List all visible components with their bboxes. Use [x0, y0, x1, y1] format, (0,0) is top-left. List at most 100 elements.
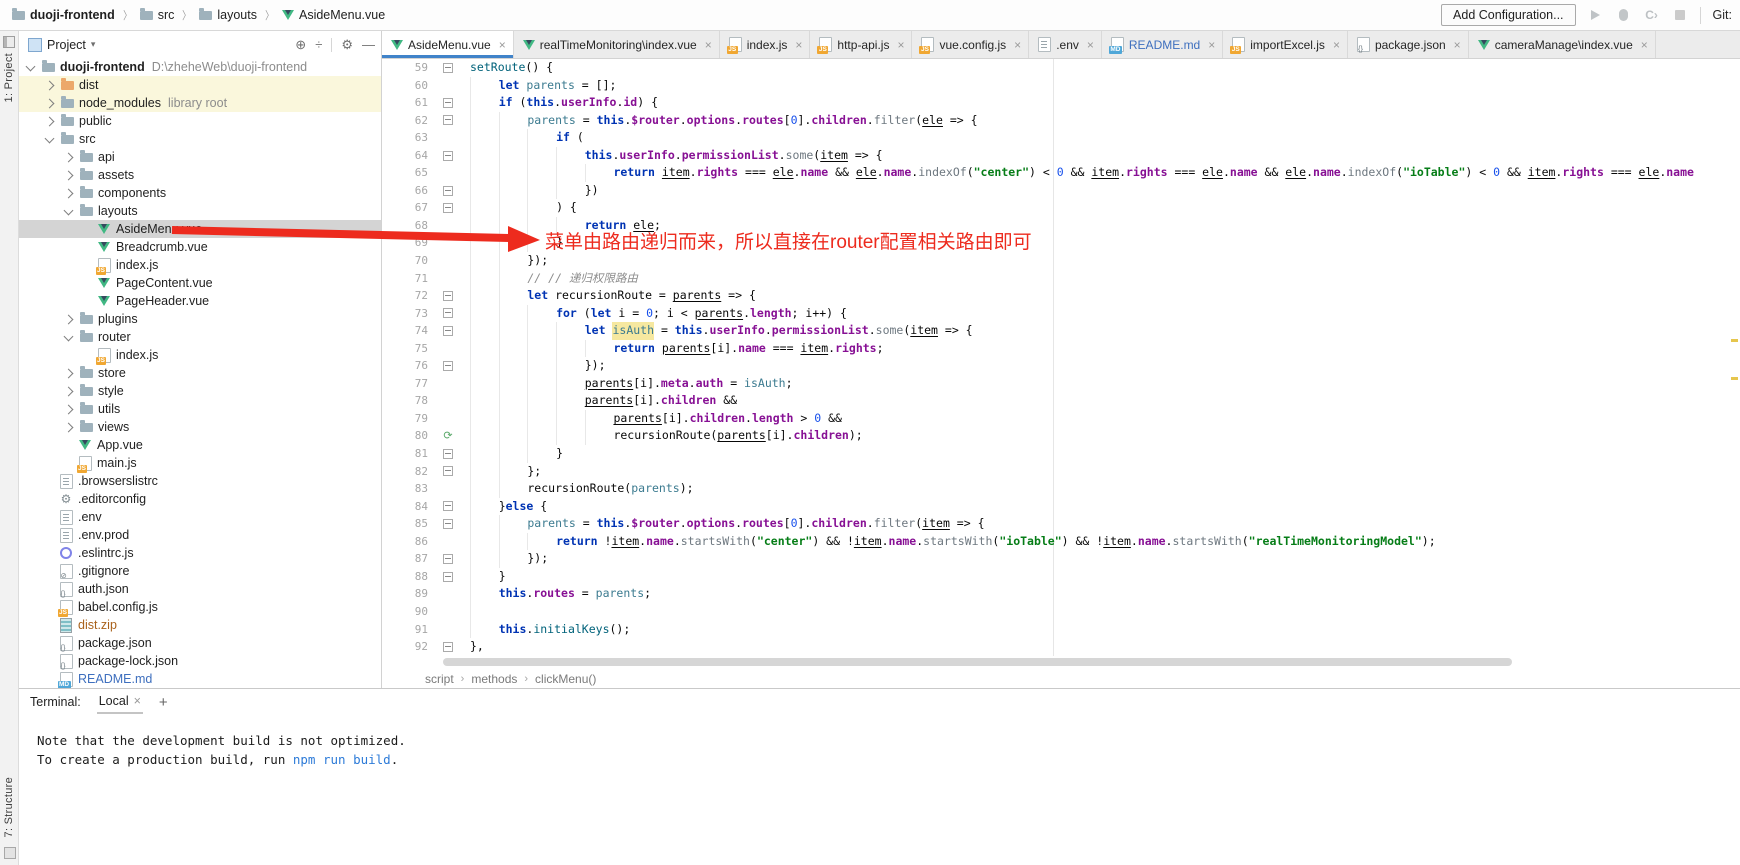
fold-marker-icon[interactable]: [443, 519, 453, 529]
toolwindow-toggle-icon[interactable]: [4, 847, 16, 859]
new-terminal-icon[interactable]: +: [159, 694, 168, 711]
chevron-right-icon[interactable]: [64, 170, 74, 180]
tree-item-readme-md[interactable]: MDREADME.md: [19, 670, 381, 688]
coverage-icon[interactable]: C›: [1644, 7, 1660, 23]
tab-http-api-js[interactable]: JShttp-api.js×: [810, 31, 912, 58]
tab-cameramanage-index-vue[interactable]: cameraManage\index.vue×: [1469, 31, 1656, 58]
close-icon[interactable]: ×: [795, 38, 802, 52]
tree-item--env-prod[interactable]: .env.prod: [19, 526, 381, 544]
horizontal-scrollbar-thumb[interactable]: [443, 658, 1512, 666]
tab-package-json[interactable]: {}package.json×: [1348, 31, 1469, 58]
tree-item-babel-config-js[interactable]: JSbabel.config.js: [19, 598, 381, 616]
close-icon[interactable]: ×: [499, 38, 506, 52]
tree-item--gitignore[interactable]: ⊘.gitignore: [19, 562, 381, 580]
close-icon[interactable]: ×: [897, 38, 904, 52]
fold-marker-icon[interactable]: [443, 449, 453, 459]
tree-item-store[interactable]: store: [19, 364, 381, 382]
project-toolwindow-icon[interactable]: [3, 36, 15, 48]
tree-item-pageheader-vue[interactable]: PageHeader.vue: [19, 292, 381, 310]
close-icon[interactable]: ×: [1333, 38, 1340, 52]
fold-marker-icon[interactable]: [443, 186, 453, 196]
close-icon[interactable]: ×: [1454, 38, 1461, 52]
tab-importexcel-js[interactable]: JSimportExcel.js×: [1223, 31, 1348, 58]
chevron-down-icon[interactable]: ▾: [91, 39, 96, 50]
tree-item--editorconfig[interactable]: ⚙.editorconfig: [19, 490, 381, 508]
close-icon[interactable]: ×: [134, 694, 141, 708]
editor-breadcrumb-item-methods[interactable]: methods: [471, 672, 517, 686]
collapse-all-icon[interactable]: ÷: [315, 37, 322, 52]
breadcrumb-item-layouts[interactable]: layouts: [199, 8, 257, 22]
tree-item-package-lock-json[interactable]: {}package-lock.json: [19, 652, 381, 670]
chevron-right-icon[interactable]: [45, 98, 55, 108]
fold-marker-icon[interactable]: [443, 115, 453, 125]
chevron-right-icon[interactable]: [64, 152, 74, 162]
chevron-right-icon[interactable]: [64, 404, 74, 414]
tree-item-auth-json[interactable]: {}auth.json: [19, 580, 381, 598]
tree-item-public[interactable]: public: [19, 112, 381, 130]
fold-marker-icon[interactable]: [443, 98, 453, 108]
git-label[interactable]: Git:: [1713, 8, 1732, 22]
chevron-down-icon[interactable]: [45, 133, 55, 143]
breadcrumb-item-src[interactable]: src: [140, 8, 175, 22]
project-panel-title[interactable]: Project: [47, 38, 86, 52]
tree-item-breadcrumb-vue[interactable]: Breadcrumb.vue: [19, 238, 381, 256]
tree-item-components[interactable]: components: [19, 184, 381, 202]
tree-item--env[interactable]: .env: [19, 508, 381, 526]
terminal-output[interactable]: Note that the development build is not o…: [19, 715, 1740, 865]
tree-item-asidemenu-vue[interactable]: AsideMenu.vue: [19, 220, 381, 238]
tab-asidemenu-vue[interactable]: AsideMenu.vue×: [382, 31, 514, 58]
tree-item-index-js[interactable]: JSindex.js: [19, 346, 381, 364]
chevron-right-icon[interactable]: [64, 188, 74, 198]
stripe-structure-label[interactable]: 7: Structure: [3, 777, 15, 837]
chevron-right-icon[interactable]: [64, 422, 74, 432]
tree-item-plugins[interactable]: plugins: [19, 310, 381, 328]
fold-marker-icon[interactable]: [443, 326, 453, 336]
close-icon[interactable]: ×: [1014, 38, 1021, 52]
tab-index-js[interactable]: JSindex.js×: [720, 31, 811, 58]
add-configuration-button[interactable]: Add Configuration...: [1441, 4, 1576, 26]
stripe-project-label[interactable]: 1: Project: [3, 53, 15, 102]
tab-readme-md[interactable]: MDREADME.md×: [1102, 31, 1223, 58]
chevron-right-icon[interactable]: [45, 80, 55, 90]
run-icon[interactable]: [1588, 7, 1604, 23]
tab-vue-config-js[interactable]: JSvue.config.js×: [912, 31, 1029, 58]
fold-marker-icon[interactable]: [443, 203, 453, 213]
tree-item-utils[interactable]: utils: [19, 400, 381, 418]
fold-marker-icon[interactable]: [443, 572, 453, 582]
fold-marker-icon[interactable]: [443, 554, 453, 564]
fold-marker-icon[interactable]: [443, 466, 453, 476]
breadcrumb-item-asidemenu-vue[interactable]: AsideMenu.vue: [282, 8, 385, 22]
close-icon[interactable]: ×: [705, 38, 712, 52]
tree-item-package-json[interactable]: {}package.json: [19, 634, 381, 652]
tree-item-node-modules[interactable]: node_moduleslibrary root: [19, 94, 381, 112]
fold-marker-icon[interactable]: [443, 291, 453, 301]
tree-item-api[interactable]: api: [19, 148, 381, 166]
tree-item-layouts[interactable]: layouts: [19, 202, 381, 220]
debug-icon[interactable]: [1616, 7, 1632, 23]
tree-item-assets[interactable]: assets: [19, 166, 381, 184]
code-editor[interactable]: 59setRoute() {60let parents = [];61if (t…: [382, 59, 1740, 656]
tree-item-index-js[interactable]: JSindex.js: [19, 256, 381, 274]
fold-marker-icon[interactable]: [443, 308, 453, 318]
tree-item-dist[interactable]: dist: [19, 76, 381, 94]
fold-marker-icon[interactable]: [443, 63, 453, 73]
tree-item-main-js[interactable]: JSmain.js: [19, 454, 381, 472]
tree-item-router[interactable]: router: [19, 328, 381, 346]
fold-marker-icon[interactable]: [443, 642, 453, 652]
tree-item-pagecontent-vue[interactable]: PageContent.vue: [19, 274, 381, 292]
tree-item-dist-zip[interactable]: dist.zip: [19, 616, 381, 634]
tree-item-app-vue[interactable]: App.vue: [19, 436, 381, 454]
stop-icon[interactable]: [1672, 7, 1688, 23]
fold-marker-icon[interactable]: [443, 361, 453, 371]
close-icon[interactable]: ×: [1208, 38, 1215, 52]
chevron-right-icon[interactable]: [64, 386, 74, 396]
breadcrumb-item-duoji-frontend[interactable]: duoji-frontend: [12, 8, 115, 22]
close-icon[interactable]: ×: [1641, 38, 1648, 52]
fold-marker-icon[interactable]: [443, 151, 453, 161]
tree-item-src[interactable]: src: [19, 130, 381, 148]
chevron-right-icon[interactable]: [64, 368, 74, 378]
chevron-down-icon[interactable]: [26, 61, 36, 71]
chevron-down-icon[interactable]: [64, 205, 74, 215]
terminal-command-link[interactable]: npm run build: [293, 752, 391, 767]
tab-realtimemonitoring-index-vue[interactable]: realTimeMonitoring\index.vue×: [514, 31, 720, 58]
